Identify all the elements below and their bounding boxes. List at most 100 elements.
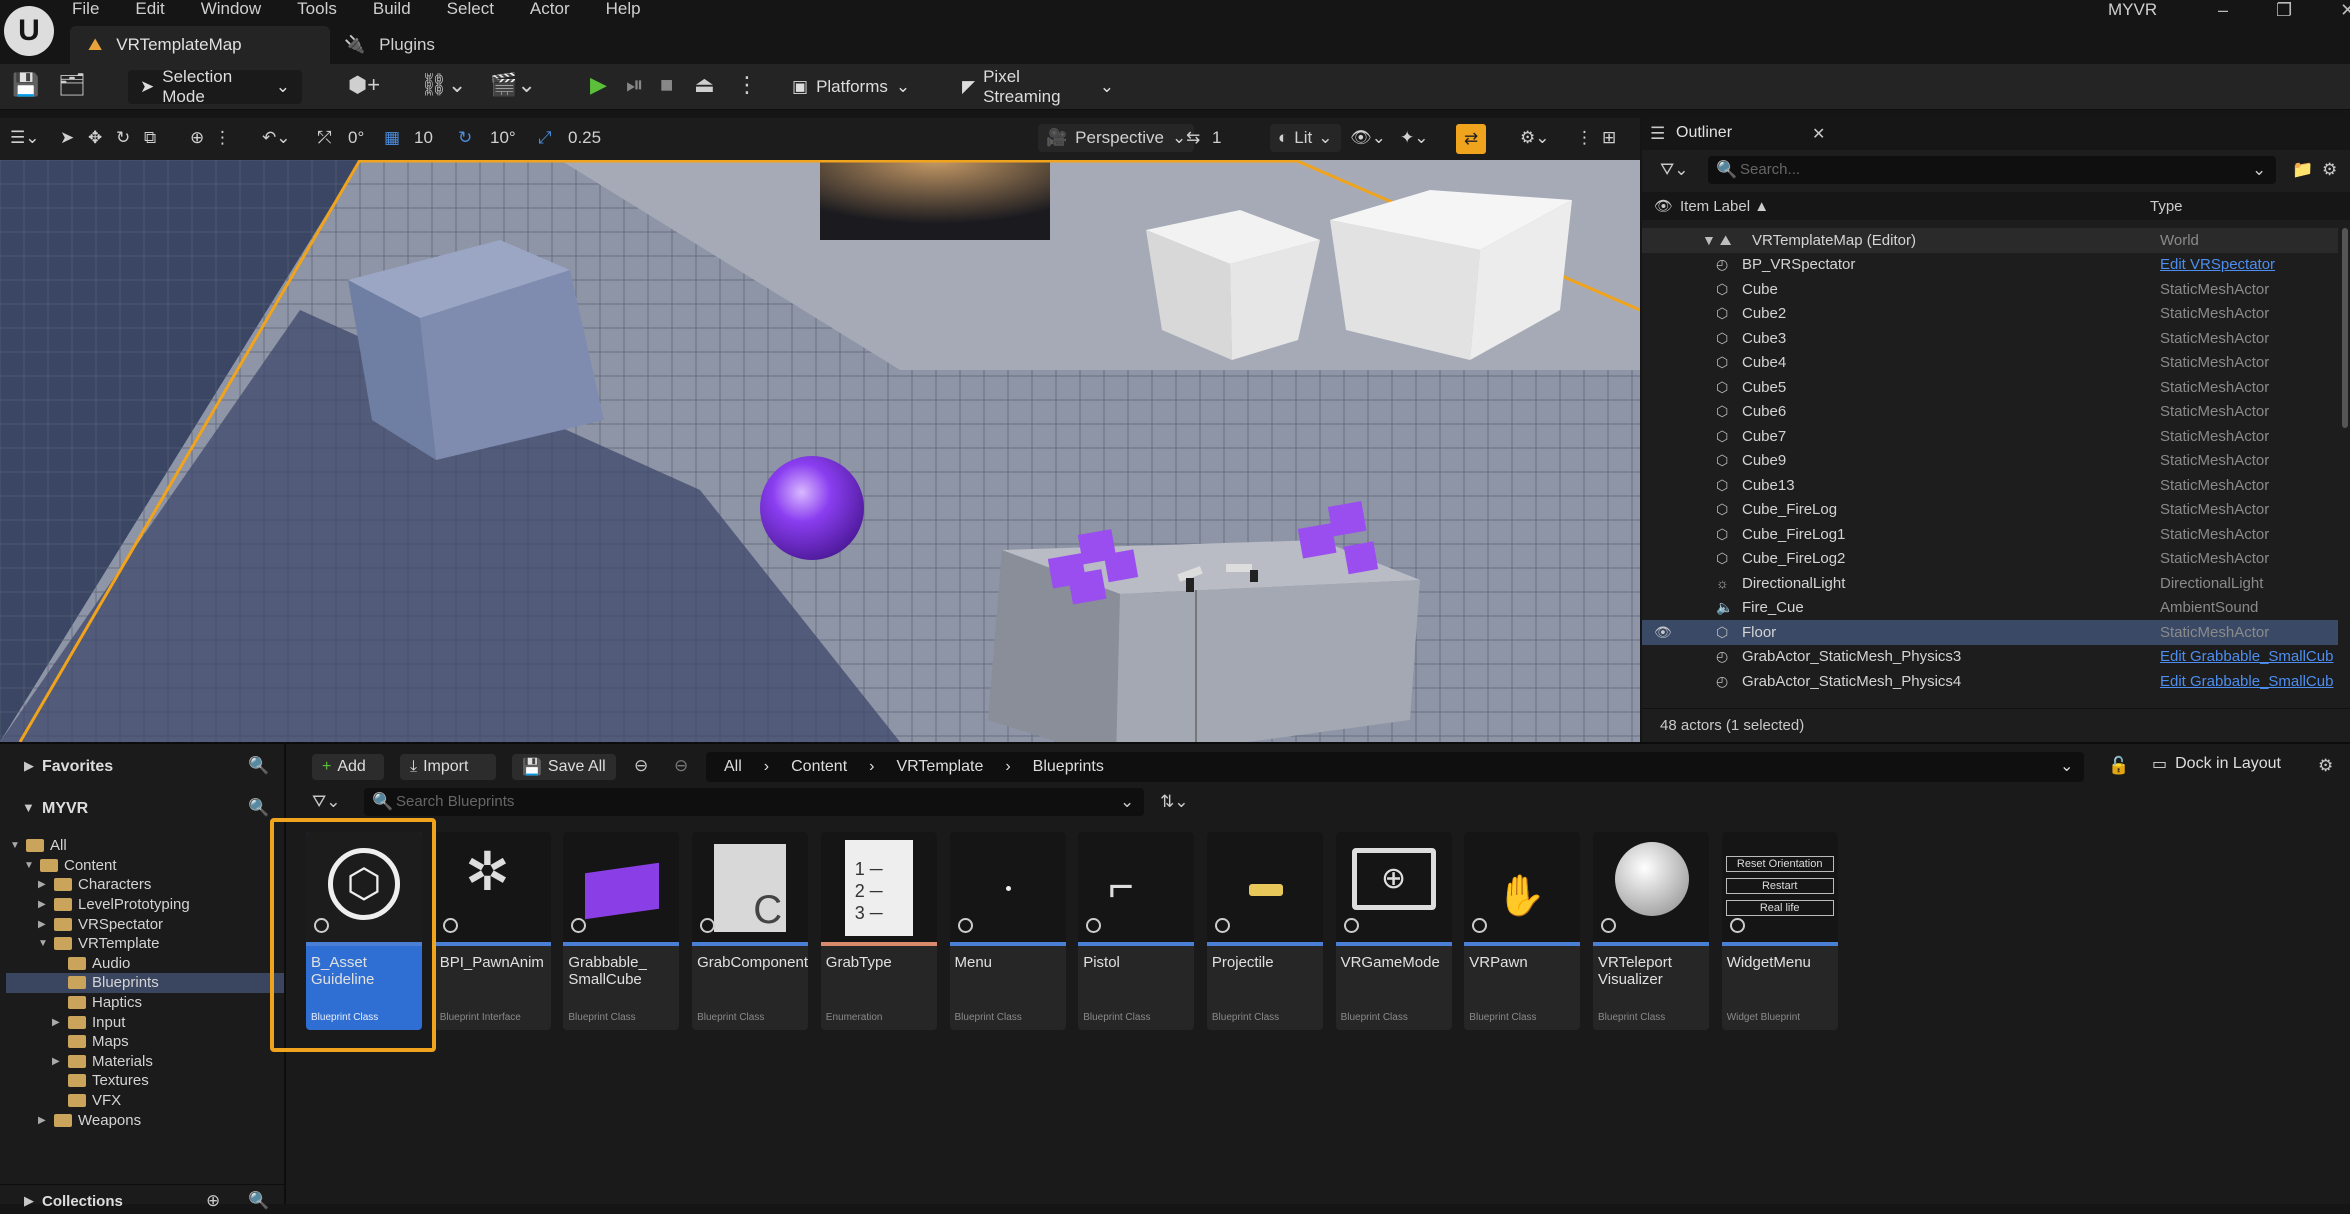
asset-tile[interactable]: ⬡ B_Asset Guideline Blueprint Class — [306, 832, 422, 1030]
chevron-right-icon[interactable]: ▶ — [38, 1115, 48, 1126]
outliner-row[interactable]: ⬡ Cube StaticMeshActor — [1642, 277, 2338, 302]
more-options-icon[interactable]: ⋮ — [736, 72, 758, 98]
folder-item-textures[interactable]: Textures — [52, 1071, 149, 1091]
add-actor-icon[interactable]: ⬢+ — [348, 72, 380, 98]
folder-item-all[interactable]: ▼ All — [10, 836, 67, 856]
grid-snap-icon[interactable]: ▦ — [384, 128, 400, 148]
platforms-button[interactable]: ▣ Platforms ⌄ — [780, 70, 920, 104]
project-header[interactable]: ▼ MYVR 🔍 — [0, 792, 284, 826]
visibility-icon[interactable]: 👁 — [1654, 197, 1673, 215]
add-collection-icon[interactable]: ⊕ — [206, 1191, 220, 1211]
minimize-icon[interactable]: – — [2218, 0, 2228, 21]
collections-header[interactable]: ▶ Collections ⊕ 🔍 — [0, 1184, 284, 1214]
settings-icon[interactable]: ⚙ — [2322, 160, 2337, 180]
save-icon[interactable]: 💾 — [12, 72, 39, 98]
folder-item-characters[interactable]: ▶ Characters — [38, 875, 151, 895]
asset-tile[interactable]: ✲ BPI_PawnAnim Blueprint Interface — [434, 832, 551, 1030]
sort-icon[interactable]: ⇅⌄ — [1160, 792, 1189, 812]
save-all-button[interactable]: 💾 Save All — [512, 754, 616, 780]
chevron-right-icon[interactable]: ▶ — [38, 879, 48, 890]
angle-snap-icon[interactable]: ↻ — [458, 128, 472, 148]
menu-tools[interactable]: Tools — [297, 0, 337, 19]
search-icon[interactable]: 🔍 — [248, 756, 269, 776]
folder-item-materials[interactable]: ▶ Materials — [52, 1052, 153, 1072]
history-back-icon[interactable]: ⊖ — [634, 756, 648, 776]
asset-tile[interactable]: Grabbable_ SmallCube Blueprint Class — [563, 832, 680, 1030]
close-icon[interactable]: ✕ — [2340, 0, 2350, 21]
edit-blueprint-link[interactable]: Edit VRSpectator — [2160, 256, 2275, 273]
chevron-right-icon[interactable]: ▶ — [38, 919, 48, 930]
outliner-row[interactable]: ◴ GrabActor_StaticMesh_Physics4 Edit Grabb… — [1642, 669, 2338, 694]
search-icon[interactable]: 🔍 — [248, 798, 269, 818]
settings-icon[interactable]: ⚙ — [2318, 756, 2333, 776]
translate-tool-icon[interactable]: ✥ — [88, 128, 102, 148]
pixel-streaming-button[interactable]: ◤ Pixel Streaming ⌄ — [950, 67, 1126, 106]
play-icon[interactable]: ▶ — [590, 72, 607, 98]
folder-item-haptics[interactable]: Haptics — [52, 993, 142, 1013]
history-forward-icon[interactable]: ⊖ — [674, 756, 688, 776]
chevron-right-icon[interactable]: ▶ — [38, 899, 48, 910]
outliner-row[interactable]: ⬡ Cube5 StaticMeshActor — [1642, 375, 2338, 400]
chevron-right-icon[interactable]: ▶ — [52, 1017, 62, 1028]
outliner-row[interactable]: ◴ BP_VRSpectator Edit VRSpectator — [1642, 253, 2338, 278]
filter-icon[interactable]: ⛛⌄ — [1660, 160, 1689, 180]
eject-icon[interactable]: ⏏ — [694, 72, 715, 98]
more-options-icon[interactable]: ⋮ — [214, 128, 231, 148]
visibility-icon[interactable]: 👁 — [1654, 624, 1672, 641]
tab-plugins[interactable]: 🔌 Plugins — [340, 26, 540, 64]
outliner-row[interactable]: ⬡ 👁 Floor StaticMeshActor — [1642, 620, 2338, 645]
outliner-row[interactable]: ⬡ Cube13 StaticMeshActor — [1642, 473, 2338, 498]
col-item-label[interactable]: Item Label ▲ — [1680, 198, 1769, 215]
asset-tile[interactable]: ⌐ Pistol Blueprint Class — [1078, 832, 1195, 1030]
stop-icon[interactable]: ■ — [660, 72, 673, 98]
folder-item-weapons[interactable]: ▶ Weapons — [38, 1110, 141, 1130]
camera-speed-icon[interactable]: ⇆ — [1186, 128, 1200, 148]
close-icon[interactable]: ✕ — [1812, 124, 1825, 144]
content-browser-icon[interactable]: 🗂 — [58, 72, 86, 98]
folder-item-audio[interactable]: Audio — [52, 954, 130, 974]
outliner-row[interactable]: 🔈 Fire_Cue AmbientSound — [1642, 596, 2338, 621]
asset-tile[interactable]: 1 ─ 2 ─ 3 ─ GrabType Enumeration — [820, 832, 937, 1030]
folder-item-vrtemplate[interactable]: ▼ VRTemplate — [38, 934, 159, 954]
effects-icon[interactable]: ✦⌄ — [1400, 128, 1429, 148]
breadcrumb-vrtemplate[interactable]: VRTemplate — [896, 758, 983, 776]
chevron-down-icon[interactable]: ▼ — [38, 938, 48, 949]
select-tool-icon[interactable]: ➤ — [60, 128, 74, 148]
chevron-down-icon[interactable]: ▼ — [10, 840, 20, 851]
asset-tile[interactable]: C GrabComponent Blueprint Class — [692, 832, 809, 1030]
import-button[interactable]: ⤓ Import — [400, 754, 496, 780]
camera-speed-value[interactable]: 1 — [1212, 128, 1221, 148]
perspective-button[interactable]: 🎥 Perspective ⌄ — [1038, 124, 1195, 152]
outliner-row[interactable]: ⬡ Cube3 StaticMeshActor — [1642, 326, 2338, 351]
rotate-snap-icon[interactable]: ⤱ — [318, 128, 332, 148]
surface-snap-icon[interactable]: ↶⌄ — [262, 128, 291, 148]
lock-icon[interactable]: 🔓 — [2108, 756, 2129, 776]
cinematics-icon[interactable]: 🎬⌄ — [490, 72, 536, 98]
edit-blueprint-link[interactable]: Edit Grabbable_SmallCub — [2160, 648, 2333, 665]
level-viewport[interactable] — [0, 160, 1640, 742]
world-space-icon[interactable]: ⊕ — [190, 128, 204, 148]
restore-icon[interactable]: ❐ — [2276, 0, 2292, 21]
scene-render[interactable] — [0, 160, 1640, 742]
grid-snap-value[interactable]: 10 — [414, 128, 433, 148]
layout-icon[interactable]: ⊞ — [1602, 128, 1616, 148]
outliner-row[interactable]: ☼ DirectionalLight DirectionalLight — [1642, 571, 2338, 596]
menu-actor[interactable]: Actor — [530, 0, 570, 19]
search-icon[interactable]: 🔍 — [248, 1191, 269, 1211]
rotate-tool-icon[interactable]: ↻ — [116, 128, 130, 148]
chevron-down-icon[interactable]: ⌄ — [2060, 756, 2073, 776]
unreal-logo-icon[interactable]: U — [4, 6, 54, 56]
asset-tile[interactable]: Reset Orientation Restart Real life WidgetM… — [1721, 832, 1838, 1030]
scale-tool-icon[interactable]: ⧉ — [144, 128, 156, 148]
menu-window[interactable]: Window — [201, 0, 261, 19]
lit-button[interactable]: ◐ Lit ⌄ — [1270, 124, 1341, 152]
folder-item-levelprototyping[interactable]: ▶ LevelPrototyping — [38, 895, 190, 915]
menu-select[interactable]: Select — [447, 0, 494, 19]
add-folder-icon[interactable]: 📁 — [2292, 160, 2313, 180]
folder-item-blueprints[interactable]: Blueprints — [6, 973, 284, 993]
folder-item-input[interactable]: ▶ Input — [52, 1012, 125, 1032]
outliner-scrollbar[interactable] — [2342, 228, 2348, 428]
angle-snap-value[interactable]: 10° — [490, 128, 516, 148]
outliner-row[interactable]: ⬡ Cube_FireLog2 StaticMeshActor — [1642, 547, 2338, 572]
folder-item-vfx[interactable]: VFX — [52, 1091, 121, 1111]
